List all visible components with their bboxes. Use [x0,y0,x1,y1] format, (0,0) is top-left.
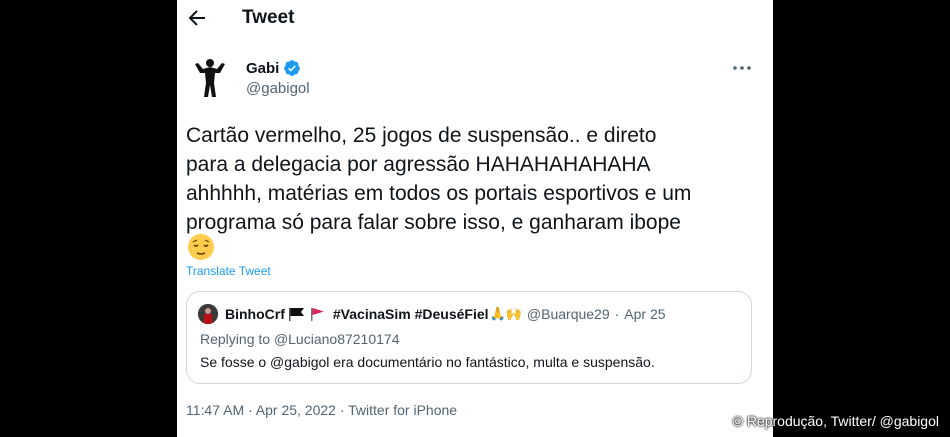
quoted-header: BinhoCrf #VacinaSim #DeuséFiel 🙏🙌 @Buarq… [225,306,666,322]
quoted-date[interactable]: Apr 25 [624,306,665,322]
replying-label: Replying to [200,331,274,347]
quoted-tweet[interactable]: BinhoCrf #VacinaSim #DeuséFiel 🙏🙌 @Buarq… [186,291,752,384]
black-flag-icon [288,307,306,321]
quoted-text: Se fosse o @gabigol era documentário no … [200,354,655,370]
quoted-avatar[interactable] [198,304,218,324]
red-flag-icon [309,307,327,321]
replying-to-handle[interactable]: @Luciano87210174 [274,331,400,347]
header: Tweet [177,0,773,36]
separator-dot: · [614,306,620,322]
quoted-handle[interactable]: @Buarque29 [527,306,610,322]
image-credit: © Reprodução, Twitter/ @gabigol [732,413,939,429]
page-title: Tweet [242,7,295,28]
more-options-icon[interactable] [731,58,753,78]
author-name[interactable]: Gabi [246,60,279,77]
verified-badge-icon [283,59,301,77]
praying-hands-emoji: 🙏🙌 [489,306,522,321]
translate-tweet-link[interactable]: Translate Tweet [186,264,271,278]
relieved-face-emoji [186,232,216,262]
tweet-timestamp[interactable]: 11:47 AM · Apr 25, 2022 · Twitter for iP… [186,402,457,418]
tweet-text: Cartão vermelho, 25 jogos de suspensão..… [186,124,692,234]
tweet-panel: Tweet Gabi @gabigol Cartão vermelho, 25 … [177,0,773,437]
author-handle[interactable]: @gabigol [246,80,310,97]
avatar[interactable] [186,53,234,101]
author-name-row[interactable]: Gabi [246,59,301,77]
arrow-left-icon[interactable] [185,6,209,30]
replying-to: Replying to @Luciano87210174 [200,331,399,347]
quoted-author-name[interactable]: BinhoCrf [225,306,285,322]
quoted-hashtags[interactable]: #VacinaSim #DeuséFiel [333,306,489,322]
